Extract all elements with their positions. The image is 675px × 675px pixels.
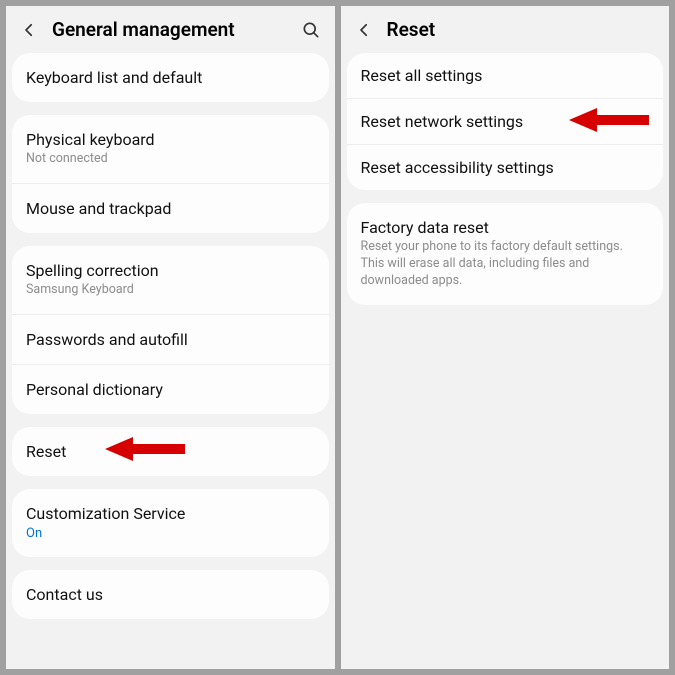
item-customization-service[interactable]: Customization Service On [12, 489, 329, 558]
item-physical-keyboard[interactable]: Physical keyboard Not connected [12, 115, 329, 183]
item-label: Customization Service [26, 504, 315, 523]
header: General management [6, 6, 335, 53]
item-reset-accessibility-settings[interactable]: Reset accessibility settings [347, 144, 664, 190]
group: Reset all settings Reset network setting… [347, 53, 664, 190]
group: Contact us [12, 570, 329, 619]
item-personal-dictionary[interactable]: Personal dictionary [12, 364, 329, 414]
page-title: General management [52, 18, 301, 41]
group: Reset [12, 427, 329, 476]
back-icon[interactable] [355, 21, 373, 39]
item-spelling-correction[interactable]: Spelling correction Samsung Keyboard [12, 246, 329, 314]
group: Factory data reset Reset your phone to i… [347, 203, 664, 305]
item-label: Reset accessibility settings [361, 158, 650, 177]
item-mouse-trackpad[interactable]: Mouse and trackpad [12, 183, 329, 233]
page-title: Reset [387, 18, 656, 41]
item-sub: On [26, 525, 315, 543]
item-factory-data-reset[interactable]: Factory data reset Reset your phone to i… [347, 203, 664, 305]
group: Spelling correction Samsung Keyboard Pas… [12, 246, 329, 414]
item-sub: Samsung Keyboard [26, 282, 315, 299]
item-contact-us[interactable]: Contact us [12, 570, 329, 619]
item-reset[interactable]: Reset [12, 427, 329, 476]
item-label: Reset network settings [361, 112, 650, 131]
content: Reset all settings Reset network setting… [341, 53, 670, 669]
panel-reset: Reset Reset all settings Reset network s… [341, 6, 670, 669]
item-sub: Reset your phone to its factory default … [361, 239, 650, 290]
header: Reset [341, 6, 670, 53]
item-label: Reset [26, 442, 315, 461]
item-label: Personal dictionary [26, 380, 315, 399]
item-label: Keyboard list and default [26, 68, 315, 87]
item-keyboard-list[interactable]: Keyboard list and default [12, 53, 329, 102]
item-label: Physical keyboard [26, 130, 315, 149]
group: Keyboard list and default [12, 53, 329, 102]
item-label: Passwords and autofill [26, 330, 315, 349]
item-sub: Not connected [26, 151, 315, 168]
back-icon[interactable] [20, 21, 38, 39]
item-reset-all-settings[interactable]: Reset all settings [347, 53, 664, 98]
group: Physical keyboard Not connected Mouse an… [12, 115, 329, 233]
panel-general-management: General management Keyboard list and def… [6, 6, 335, 669]
item-label: Reset all settings [361, 66, 650, 85]
search-icon[interactable] [301, 20, 321, 40]
item-label: Factory data reset [361, 218, 650, 237]
item-reset-network-settings[interactable]: Reset network settings [347, 98, 664, 144]
item-label: Spelling correction [26, 261, 315, 280]
item-passwords-autofill[interactable]: Passwords and autofill [12, 314, 329, 364]
item-label: Mouse and trackpad [26, 199, 315, 218]
item-label: Contact us [26, 585, 315, 604]
content: Keyboard list and default Physical keybo… [6, 53, 335, 669]
group: Customization Service On [12, 489, 329, 558]
